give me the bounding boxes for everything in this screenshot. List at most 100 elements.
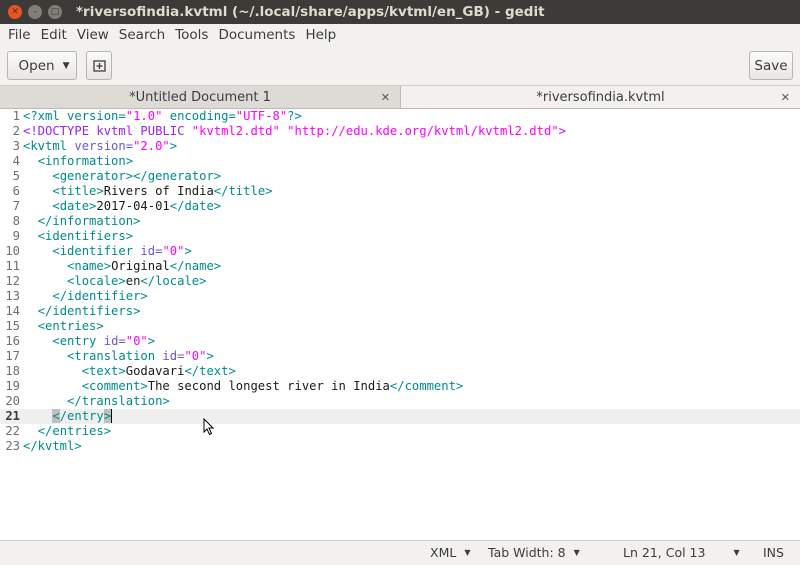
code-line[interactable]: 18 <text>Godavari</text> [0,364,800,379]
tab-riversofindia[interactable]: *riversofindia.kvtml ✕ [400,86,800,108]
menu-documents[interactable]: Documents [213,27,300,43]
code-line[interactable]: 3 <kvtml version="2.0"> [0,139,800,154]
code-line[interactable]: 9 <identifiers> [0,229,800,244]
code-line[interactable]: 12 <locale>en</locale> [0,274,800,289]
line-number: 23 [5,439,20,453]
line-number: 12 [5,274,20,288]
code-token: "UTF-8" [235,109,288,123]
code-text: </entry> [23,409,113,424]
code-token: > [558,124,567,138]
code-line[interactable]: 15 <entries> [0,319,800,334]
code-token: id= [103,334,126,348]
save-button[interactable]: Save [749,51,793,80]
code-token: "0" [184,349,207,363]
close-tab-icon[interactable]: ✕ [381,91,390,104]
code-text: <text>Godavari</text> [23,364,236,379]
close-tab-icon[interactable]: ✕ [781,91,790,104]
code-token: Rivers of India [103,184,214,198]
code-text: <date>2017-04-01</date> [23,199,221,214]
code-line[interactable]: 20 </translation> [0,394,800,409]
code-line[interactable]: 11 <name>Original</name> [0,259,800,274]
code-line[interactable]: 13 </identifier> [0,289,800,304]
tab-untitled-document-1[interactable]: *Untitled Document 1 ✕ [0,86,400,108]
code-line[interactable]: 5 <generator></generator> [0,169,800,184]
code-text: <kvtml version="2.0"> [23,139,177,154]
code-line[interactable]: 7 <date>2017-04-01</date> [0,199,800,214]
menu-help[interactable]: Help [300,27,341,43]
text-editor[interactable]: 1 <?xml version="1.0" encoding="UTF-8"?> 2… [0,109,800,540]
code-line[interactable]: 14 </identifiers> [0,304,800,319]
line-number: 5 [12,169,20,183]
code-line[interactable]: 4 <information> [0,154,800,169]
code-line[interactable]: 8 </information> [0,214,800,229]
code-token: > [169,139,178,153]
code-line[interactable]: 1 <?xml version="1.0" encoding="UTF-8"?> [0,109,800,124]
code-token: > [103,409,112,423]
code-line[interactable]: 21 </entry> [0,409,800,424]
close-window-icon[interactable]: ✕ [8,5,22,19]
code-token: The second longest river in India [147,379,390,393]
code-token: "kvtml2.dtd" [191,124,280,138]
menu-tools[interactable]: Tools [170,27,213,43]
code-token: < [52,409,60,423]
dropdown-arrow-icon: ▼ [464,548,471,557]
tab-width-label: Tab Width: 8 [488,545,566,560]
minimize-window-icon[interactable]: – [28,5,42,19]
code-token: <comment> [81,379,148,393]
line-number: 4 [12,154,20,168]
code-token: <name> [67,259,112,273]
cursor-position-selector[interactable]: Ln 21, Col 13 ▼ [623,545,740,560]
menu-view[interactable]: View [72,27,114,43]
line-number: 14 [5,304,20,318]
language-label: XML [430,545,457,560]
tab-width-selector[interactable]: Tab Width: 8 ▼ [488,545,580,560]
new-tab-button[interactable] [86,51,112,80]
menu-file[interactable]: File [3,27,36,43]
line-number: 11 [5,259,20,273]
code-text: <name>Original</name> [23,259,221,274]
line-number: 3 [12,139,20,153]
code-text: <generator></generator> [23,169,221,184]
code-token: </title> [213,184,273,198]
window-title: *riversofindia.kvtml (~/.local/share/app… [76,4,545,20]
insert-mode-indicator[interactable]: INS [763,545,784,560]
code-token: </text> [184,364,236,378]
code-token: </entries> [37,424,112,438]
code-line[interactable]: 22 </entries> [0,424,800,439]
window-titlebar[interactable]: ✕ – □ *riversofindia.kvtml (~/.local/sha… [0,0,800,24]
code-token: /entry [59,409,104,423]
code-token: "http://edu.kde.org/kvtml/kvtml2.dtd" [287,124,559,138]
code-token: <kvtml [23,139,75,153]
code-token: <identifier [52,244,141,258]
menu-edit[interactable]: Edit [36,27,72,43]
code-line[interactable]: 23 </kvtml> [0,439,800,454]
code-line[interactable]: 2 <!DOCTYPE kvtml PUBLIC "kvtml2.dtd" "ht… [0,124,800,139]
code-token: 2017-04-01 [96,199,170,213]
code-line[interactable]: 19 <comment>The second longest river in … [0,379,800,394]
code-token: </identifier> [52,289,148,303]
code-text: </information> [23,214,141,229]
language-selector[interactable]: XML ▼ [430,545,470,560]
code-text: <identifier id="0"> [23,244,191,259]
code-token: en [125,274,141,288]
menubar: File Edit View Search Tools Documents He… [0,24,800,46]
code-line[interactable]: 16 <entry id="0"> [0,334,800,349]
code-line[interactable]: 6 <title>Rivers of India</title> [0,184,800,199]
menu-search[interactable]: Search [114,27,170,43]
code-text: <?xml version="1.0" encoding="UTF-8"?> [23,109,302,124]
code-token: </date> [169,199,222,213]
maximize-window-icon[interactable]: □ [48,5,62,19]
code-line[interactable]: 10 <identifier id="0"> [0,244,800,259]
open-button[interactable]: Open ▼ [7,51,77,80]
code-line[interactable]: 17 <translation id="0"> [0,349,800,364]
code-token: > [147,334,156,348]
